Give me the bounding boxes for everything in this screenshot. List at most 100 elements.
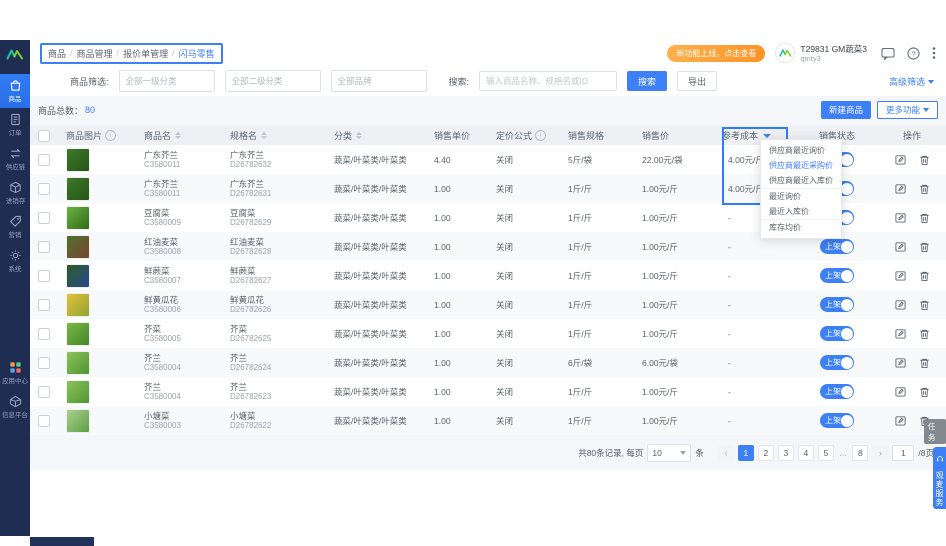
product-thumbnail[interactable] bbox=[66, 147, 90, 172]
sidebar-item-inventory[interactable]: 进销存 bbox=[0, 176, 30, 210]
sidebar-item-app-center[interactable]: 应用中心 bbox=[0, 356, 30, 390]
select-all-checkbox[interactable] bbox=[38, 129, 50, 142]
row-checkbox[interactable] bbox=[38, 414, 50, 427]
sidebar-item-info-platform[interactable]: 信息平台 bbox=[0, 390, 30, 424]
product-thumbnail[interactable] bbox=[66, 176, 90, 201]
per-page-select[interactable]: 10 bbox=[647, 444, 692, 462]
more-menu-icon[interactable] bbox=[932, 46, 936, 60]
sidebar-item-goods[interactable]: 商品 bbox=[0, 74, 30, 108]
product-thumbnail[interactable] bbox=[66, 292, 90, 317]
user-subtitle: qmty3 bbox=[800, 53, 821, 63]
delete-icon[interactable] bbox=[919, 328, 930, 340]
search-button[interactable]: 搜索 bbox=[627, 71, 668, 91]
product-thumbnail[interactable] bbox=[66, 350, 90, 375]
gear-icon bbox=[9, 249, 22, 262]
row-checkbox[interactable] bbox=[38, 182, 50, 195]
sort-icon[interactable] bbox=[356, 132, 363, 139]
delete-icon[interactable] bbox=[919, 299, 930, 311]
edit-icon[interactable] bbox=[894, 415, 906, 426]
delete-icon[interactable] bbox=[919, 183, 930, 195]
sort-icon[interactable] bbox=[261, 132, 268, 139]
page-button[interactable]: 2 bbox=[757, 445, 774, 461]
help-icon[interactable]: ? bbox=[907, 46, 920, 60]
breadcrumb-item[interactable]: 闪马零售 bbox=[179, 47, 215, 60]
delete-icon[interactable] bbox=[919, 241, 930, 253]
export-button[interactable]: 导出 bbox=[677, 71, 718, 91]
new-product-button[interactable]: 新建商品 bbox=[820, 101, 871, 119]
status-toggle[interactable]: 上架 bbox=[820, 413, 854, 428]
page-button[interactable]: 3 bbox=[777, 445, 794, 461]
sidebar-item-orders[interactable]: 订单 bbox=[0, 108, 30, 142]
edit-icon[interactable] bbox=[894, 212, 906, 223]
prev-page-button[interactable]: ‹ bbox=[717, 445, 734, 461]
menu-item[interactable]: 供应商最近询价 bbox=[761, 143, 841, 158]
user-menu[interactable]: T29831 GM蔬菜3 qmty3 bbox=[775, 43, 867, 63]
row-checkbox[interactable] bbox=[38, 269, 50, 282]
delete-icon[interactable] bbox=[919, 270, 930, 282]
column-header[interactable]: 分类 bbox=[326, 129, 426, 142]
advanced-filter-button[interactable]: 高级筛选 bbox=[889, 75, 934, 88]
breadcrumb-item[interactable]: 商品管理 bbox=[77, 47, 113, 60]
row-checkbox[interactable] bbox=[38, 385, 50, 398]
menu-item[interactable]: 供应商最近采购价 bbox=[761, 158, 841, 173]
page-button[interactable]: 1 bbox=[737, 445, 754, 461]
edit-icon[interactable] bbox=[894, 386, 906, 397]
page-button[interactable]: 4 bbox=[797, 445, 814, 461]
breadcrumb-item[interactable]: 商品 bbox=[48, 47, 66, 60]
menu-item[interactable]: 最近入库价 bbox=[761, 204, 841, 219]
column-header-label: 销售规格 bbox=[568, 131, 605, 141]
delete-icon[interactable] bbox=[919, 154, 930, 166]
product-thumbnail[interactable] bbox=[66, 321, 90, 346]
delete-icon[interactable] bbox=[919, 386, 930, 398]
row-checkbox[interactable] bbox=[38, 153, 50, 166]
edit-icon[interactable] bbox=[894, 328, 906, 339]
more-actions-button[interactable]: 更多功能 bbox=[876, 101, 938, 119]
next-page-button[interactable]: › bbox=[872, 445, 889, 461]
breadcrumb-item[interactable]: 报价单管理 bbox=[123, 47, 168, 60]
row-checkbox[interactable] bbox=[38, 298, 50, 311]
page-button[interactable]: 5 bbox=[817, 445, 834, 461]
message-icon[interactable] bbox=[881, 47, 895, 60]
edit-icon[interactable] bbox=[894, 299, 906, 310]
menu-item[interactable]: 最近询价 bbox=[761, 188, 841, 204]
product-thumbnail[interactable] bbox=[66, 408, 90, 433]
edit-icon[interactable] bbox=[894, 241, 906, 252]
search-input[interactable] bbox=[479, 71, 618, 91]
column-header[interactable]: 商品名 bbox=[136, 129, 222, 142]
status-toggle[interactable]: 上架 bbox=[820, 239, 854, 254]
filter-select-1[interactable]: 全部一级分类 bbox=[118, 70, 215, 92]
status-toggle[interactable]: 上架 bbox=[820, 384, 854, 399]
edit-icon[interactable] bbox=[894, 183, 906, 194]
product-thumbnail[interactable] bbox=[66, 379, 90, 404]
page-jump-input[interactable] bbox=[892, 445, 915, 461]
row-checkbox[interactable] bbox=[38, 356, 50, 369]
page-button[interactable]: 8 bbox=[852, 445, 869, 461]
menu-item[interactable]: 供应商最近入库价 bbox=[761, 173, 841, 188]
filter-select-2[interactable]: 全部二级分类 bbox=[224, 70, 321, 92]
status-toggle[interactable]: 上架 bbox=[820, 326, 854, 341]
status-toggle[interactable]: 上架 bbox=[820, 297, 854, 312]
notice-badge[interactable]: 新功能上线，点击查看 bbox=[667, 44, 766, 62]
edit-icon[interactable] bbox=[894, 357, 906, 368]
product-thumbnail[interactable] bbox=[66, 234, 90, 259]
filter-select-3[interactable]: 全部品牌 bbox=[330, 70, 427, 92]
row-checkbox[interactable] bbox=[38, 327, 50, 340]
menu-item[interactable]: 库存均价 bbox=[761, 219, 841, 235]
column-header[interactable]: 规格名 bbox=[222, 129, 326, 142]
sort-icon[interactable] bbox=[175, 132, 182, 139]
status-toggle[interactable]: 上架 bbox=[820, 355, 854, 370]
row-checkbox[interactable] bbox=[38, 211, 50, 224]
delete-icon[interactable] bbox=[919, 357, 930, 369]
delete-icon[interactable] bbox=[919, 212, 930, 224]
sidebar-item-system[interactable]: 系统 bbox=[0, 244, 30, 278]
status-toggle[interactable]: 上架 bbox=[820, 268, 854, 283]
caret-down-icon[interactable] bbox=[763, 133, 772, 138]
service-tab[interactable]: 观麦服务 bbox=[933, 447, 946, 509]
row-checkbox[interactable] bbox=[38, 240, 50, 253]
sidebar-item-marketing[interactable]: 营销 bbox=[0, 210, 30, 244]
sidebar-item-supply-chain[interactable]: 供应链 bbox=[0, 142, 30, 176]
edit-icon[interactable] bbox=[894, 270, 906, 281]
edit-icon[interactable] bbox=[894, 154, 906, 165]
product-thumbnail[interactable] bbox=[66, 263, 90, 288]
product-thumbnail[interactable] bbox=[66, 205, 90, 230]
